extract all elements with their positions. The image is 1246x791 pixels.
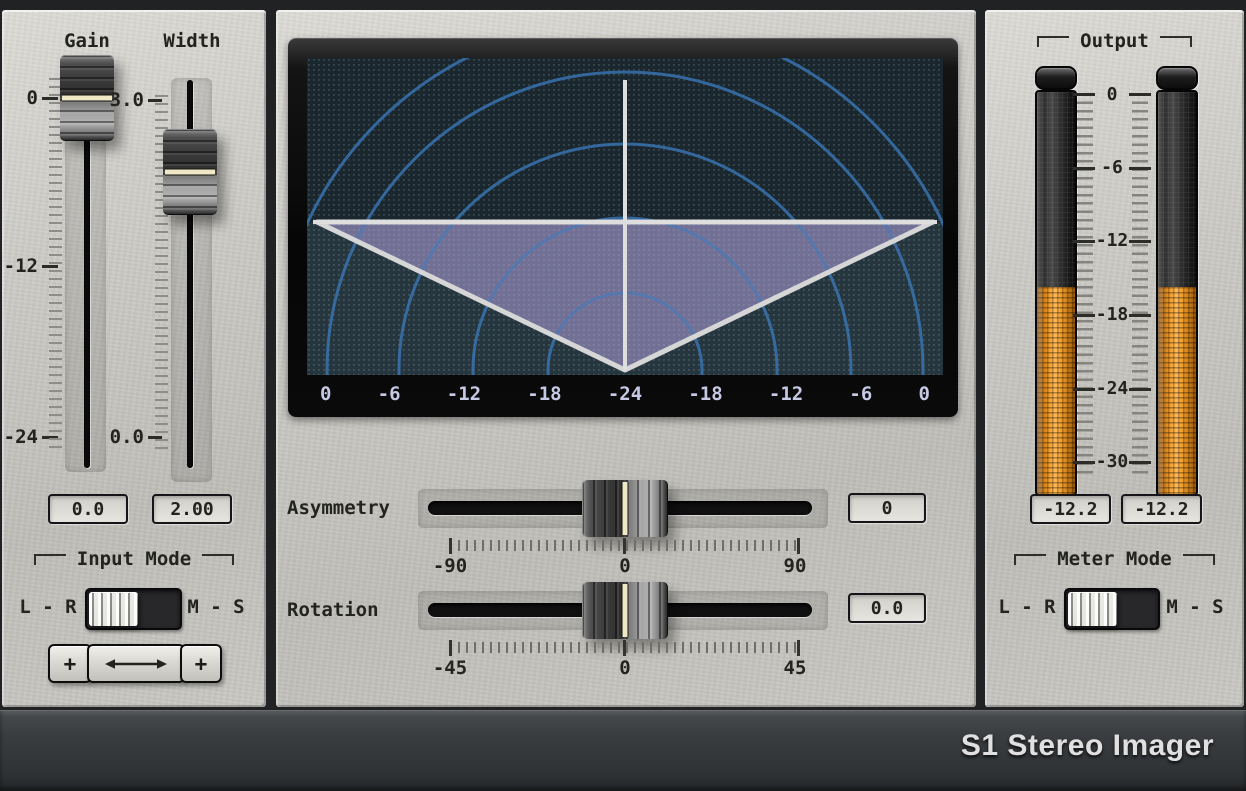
channel-swap-button[interactable] [87,644,185,683]
bracket-decoration [1160,36,1192,47]
left-meter-level [1037,287,1075,494]
bracket-decoration [1014,554,1046,565]
meter-mode-toggle[interactable] [1064,588,1160,630]
left-clip-indicator[interactable] [1035,66,1077,90]
vector-display-bezel: 0 -6 -12 -18 -24 -18 -12 -6 0 [288,38,958,417]
meter-scale-dash [1129,461,1151,464]
rotation-tick-label: 0 [595,657,655,679]
plugin-title: S1 Stereo Imager [961,729,1214,763]
db-scale-label: -18 [688,383,722,405]
asymmetry-tick-major [797,538,800,554]
meter-mode-ms-label: M - S [1165,596,1225,618]
input-mode-lr-label: L - R [18,596,78,618]
plugin-footer-bar: S1 Stereo Imager [0,710,1246,791]
left-right-arrow-icon [103,657,169,671]
db-scale-label: -6 [378,383,401,405]
width-fader-label: Width [157,30,227,52]
meter-mode-toggle-handle[interactable] [1068,592,1117,626]
bracket-decoration [1183,554,1215,565]
meter-scale-dash [1129,240,1151,243]
meter-scale-minus12: -12 [1092,230,1132,252]
width-value-box[interactable]: 2.00 [152,494,232,524]
input-mode-toggle-handle[interactable] [89,592,138,626]
meter-scale-dash [1129,388,1151,391]
display-section-panel: 0 -6 -12 -18 -24 -18 -12 -6 0 Asymmetry … [276,10,976,707]
input-mode-ms-label: M - S [186,596,246,618]
asymmetry-tick-label: 0 [595,555,655,577]
meter-scale-minus24: -24 [1092,378,1132,400]
gain-scale-0: 0 [2,87,38,109]
meter-mode-section: Meter Mode [985,548,1244,570]
asymmetry-tick-label: 90 [765,555,825,577]
right-clip-indicator[interactable] [1156,66,1198,90]
output-label: Output [1080,30,1149,52]
meter-mode-label: Meter Mode [1057,548,1171,570]
asymmetry-slider-knob[interactable] [582,480,668,537]
s1-stereo-imager-window: Gain Width 0 -12 -24 3.0 0.0 0.0 2.00 In… [0,0,1246,791]
meter-scale-dash [1129,93,1151,96]
asymmetry-tick-major [449,538,452,554]
bracket-decoration [34,554,66,565]
meter-scale-dash [1129,314,1151,317]
left-meter-value-box[interactable]: -12.2 [1030,494,1111,524]
rotation-tick-label: -45 [420,657,480,679]
meter-scale-dash [1129,167,1151,170]
right-meter-headroom [1158,92,1196,287]
bracket-decoration [202,554,234,565]
output-section-header: Output [985,30,1244,52]
left-channel-plus-button[interactable]: + [48,644,92,683]
rotation-value-box[interactable]: 0.0 [848,593,926,623]
input-mode-toggle[interactable] [85,588,182,630]
meter-scale-minus6: -6 [1092,157,1132,179]
input-mode-section: Input Mode [2,548,266,570]
left-meter-headroom [1037,92,1075,287]
db-scale-label: 0 [320,383,331,405]
asymmetry-tick-major [623,538,626,554]
meter-mode-lr-label: L - R [997,596,1057,618]
gain-scale-minus12: -12 [2,255,38,277]
rotation-slider-knob[interactable] [582,582,668,639]
asymmetry-value-box[interactable]: 0 [848,493,926,523]
input-section-panel: Gain Width 0 -12 -24 3.0 0.0 0.0 2.00 In… [2,10,266,707]
left-output-meter [1035,90,1077,496]
rotation-tick-label: 45 [765,657,825,679]
width-scale-0: 0.0 [102,426,144,448]
asymmetry-tick-label: -90 [420,555,480,577]
display-db-scale: 0 -6 -12 -18 -24 -18 -12 -6 0 [307,375,943,412]
stereo-vector-display [307,58,943,375]
output-section-panel: Output 0 -6 -12 -18 -24 -30 [985,10,1244,707]
meter-tick-strip [1132,93,1148,478]
right-output-meter [1156,90,1198,496]
db-scale-label: -12 [769,383,803,405]
right-channel-plus-button[interactable]: + [180,644,222,683]
rotation-tick-major [623,640,626,656]
input-mode-label: Input Mode [77,548,191,570]
meter-scale-minus18: -18 [1092,304,1132,326]
rotation-tick-major [797,640,800,656]
meter-tick-strip [1077,93,1093,478]
meter-scale-0: 0 [1092,84,1132,106]
gain-value-box[interactable]: 0.0 [48,494,128,524]
db-scale-label: -12 [447,383,481,405]
meter-scale-minus30: -30 [1092,451,1132,473]
stereo-image-graph [307,58,943,375]
db-scale-label: -18 [527,383,561,405]
db-scale-label: 0 [919,383,930,405]
right-meter-level [1158,287,1196,494]
right-meter-value-box[interactable]: -12.2 [1121,494,1202,524]
asymmetry-label: Asymmetry [287,497,427,519]
gain-scale-minus24: -24 [2,426,38,448]
gain-fader-label: Gain [52,30,122,52]
db-scale-label: -6 [849,383,872,405]
rotation-label: Rotation [287,599,427,621]
db-scale-label: -24 [608,383,642,405]
bracket-decoration [1037,36,1069,47]
width-scale-3: 3.0 [102,89,144,111]
width-fader-knob[interactable] [163,129,217,215]
rotation-tick-major [449,640,452,656]
